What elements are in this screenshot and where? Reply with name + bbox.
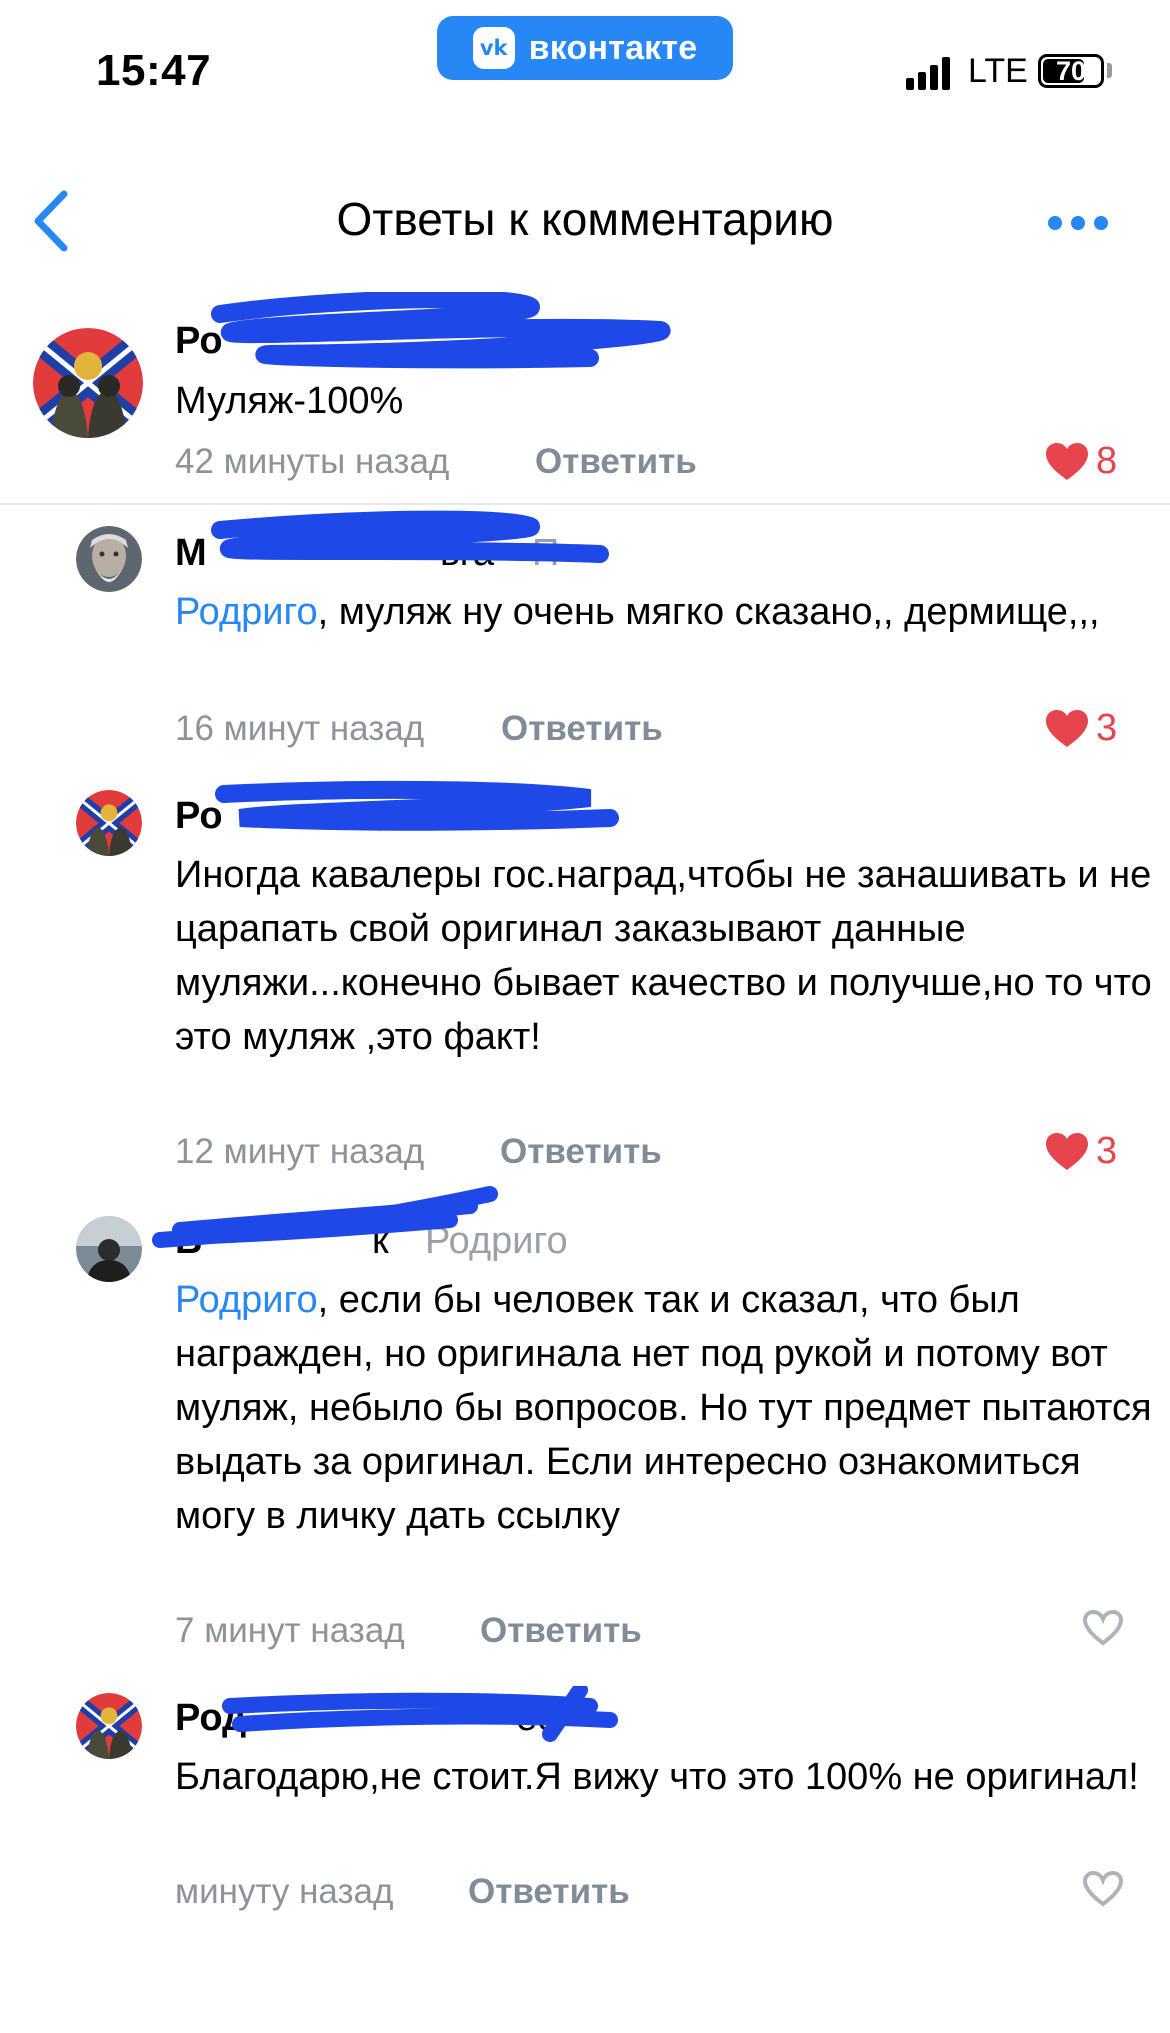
comment-text: Благодарю,не стоит.Я вижу что это 100% н… [175, 1756, 1139, 1798]
avatar[interactable] [76, 1216, 142, 1282]
reply-button[interactable]: Ответить [535, 442, 697, 482]
avatar[interactable] [76, 526, 142, 592]
mention-link[interactable]: Родриго [175, 591, 318, 633]
avatar[interactable] [76, 790, 142, 856]
comment-time: 12 минут назад [175, 1132, 425, 1171]
comment-text: Родриго, если бы человек так и сказал, ч… [175, 1273, 1155, 1543]
reply-to-name[interactable]: Родриго [425, 1220, 568, 1263]
heart-filled-icon [1046, 709, 1088, 747]
vk-logo-icon: vk [472, 27, 515, 69]
comment-time: 42 минуты назад [175, 442, 450, 481]
comment-time: минуту назад [175, 1872, 394, 1911]
like-count: 8 [1096, 440, 1118, 482]
comment-author-suffix: ес [516, 1697, 557, 1739]
like-count: 3 [1096, 1130, 1118, 1172]
battery-level: 70 [1055, 55, 1087, 86]
comment-author-suffix: к [372, 1220, 389, 1262]
comment-author[interactable]: Ро [175, 320, 223, 363]
reply-button[interactable]: Ответить [468, 1872, 630, 1912]
battery-icon: 70 [1038, 54, 1104, 88]
page-title: Ответы к комментарию [336, 193, 834, 245]
comment-author-suffix: ьга [440, 532, 494, 574]
comment-time: 16 минут назад [175, 709, 425, 748]
redaction-scribble [215, 780, 619, 831]
reply-button[interactable]: Ответить [480, 1611, 642, 1651]
vk-badge-label: вконтакте [528, 28, 698, 67]
like-button[interactable] [1082, 1609, 1124, 1647]
like-button[interactable]: 3 [1046, 1130, 1117, 1173]
comment-author[interactable]: В [175, 1220, 202, 1263]
avatar[interactable] [76, 1693, 142, 1759]
redaction-scribble [211, 292, 671, 369]
reply-button[interactable]: Ответить [501, 709, 663, 749]
comment-text: Родриго, муляж ну очень мягко сказано,, … [175, 585, 1155, 639]
heart-filled-icon [1046, 442, 1088, 480]
more-options-icon[interactable] [1048, 216, 1108, 230]
status-time: 15:47 [96, 46, 212, 95]
heart-filled-icon [1046, 1132, 1088, 1170]
like-count: 3 [1096, 707, 1118, 749]
comment-author-tail: П [532, 532, 560, 574]
comment-time: 7 минут назад [175, 1611, 405, 1650]
reply-button[interactable]: Ответить [500, 1132, 662, 1172]
like-button[interactable]: 3 [1046, 707, 1117, 750]
comment-author[interactable]: М [175, 532, 207, 575]
network-type: LTE [968, 52, 1028, 90]
heart-outline-icon [1082, 1609, 1124, 1646]
redaction-scribble [222, 1686, 618, 1742]
comment-author[interactable]: Род [175, 1697, 246, 1740]
comment-text: Муляж-100% [175, 380, 404, 422]
vk-app-badge[interactable]: vk вконтакте [437, 16, 733, 80]
like-button[interactable]: 8 [1046, 440, 1117, 483]
comment-text: Иногда кавалеры гос.наград,чтобы не зана… [175, 854, 1152, 1058]
comment-body: , если бы человек так и сказал, что был … [175, 1279, 1152, 1537]
heart-outline-icon [1082, 1870, 1124, 1907]
cellular-signal-icon [906, 56, 950, 90]
avatar[interactable] [33, 328, 143, 438]
comment-body: , муляж ну очень мягко сказано,, дермище… [317, 591, 1100, 633]
battery-tip [1107, 63, 1112, 78]
divider [0, 503, 1170, 505]
mention-link[interactable]: Родриго [175, 1279, 318, 1321]
comment-author[interactable]: Ро [175, 795, 223, 838]
like-button[interactable] [1082, 1870, 1124, 1908]
